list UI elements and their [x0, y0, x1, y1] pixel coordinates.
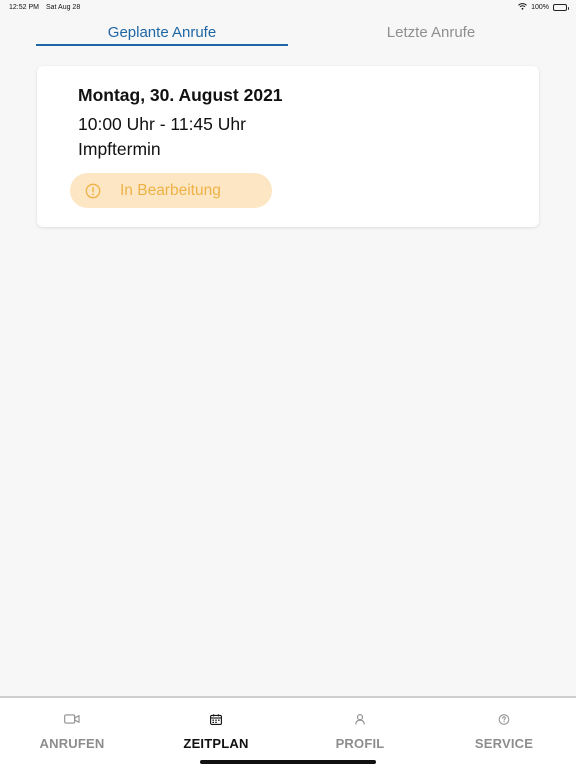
appointment-time: 10:00 Uhr - 11:45 Uhr — [78, 114, 246, 134]
tab-planned-calls[interactable]: Geplante Anrufe — [36, 24, 288, 41]
nav-label-anrufen: ANRUFEN — [39, 736, 105, 751]
bottom-navigation: ANRUFEN ZEITPLAN PROFIL SERVICE — [0, 696, 576, 768]
status-badge: In Bearbeitung — [70, 173, 272, 208]
wifi-icon — [518, 2, 527, 12]
status-time: 12:52 PM — [9, 3, 39, 11]
status-left: 12:52 PM Sat Aug 28 — [9, 4, 80, 11]
tab-bar: Geplante Anrufe Letzte Anrufe — [0, 18, 576, 48]
nav-item-profil[interactable]: PROFIL — [288, 698, 432, 758]
status-right: 100% — [518, 2, 569, 12]
status-date: Sat Aug 28 — [45, 3, 81, 11]
status-badge-label: In Bearbeitung — [120, 181, 221, 199]
nav-item-anrufen[interactable]: ANRUFEN — [0, 698, 144, 758]
battery-percentage: 100% — [531, 3, 549, 11]
nav-label-service: SERVICE — [474, 736, 534, 751]
appointment-type: Impftermin — [78, 139, 161, 159]
battery-icon — [553, 3, 569, 11]
nav-item-zeitplan[interactable]: ZEITPLAN — [144, 698, 288, 758]
home-indicator — [200, 760, 376, 764]
app-screen: 12:52 PM Sat Aug 28 100% Geplante Anrufe… — [0, 0, 576, 768]
active-tab-indicator — [36, 44, 288, 46]
tab-recent-calls[interactable]: Letzte Anrufe — [306, 24, 556, 41]
status-bar: 12:52 PM Sat Aug 28 100% — [0, 0, 576, 14]
nav-label-profil: PROFIL — [335, 736, 385, 751]
nav-label-zeitplan: ZEITPLAN — [183, 736, 249, 751]
nav-item-service[interactable]: SERVICE — [432, 698, 576, 758]
info-circle-icon — [85, 183, 101, 199]
appointment-date: Montag, 30. August 2021 — [78, 85, 283, 105]
appointment-card[interactable]: Montag, 30. August 2021 10:00 Uhr - 11:4… — [37, 66, 539, 227]
